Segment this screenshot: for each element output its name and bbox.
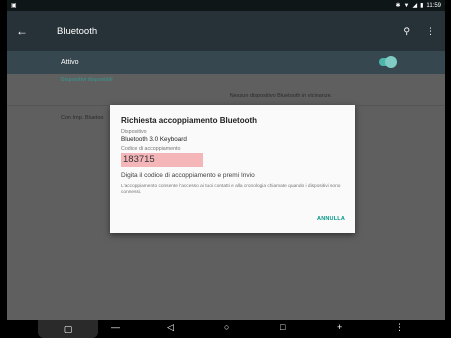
back-arrow-icon[interactable]: ← bbox=[7, 24, 37, 38]
dialog-title: Richiesta accoppiamento Bluetooth bbox=[121, 116, 258, 125]
pairing-instruction: Digita il codice di accoppiamento e prem… bbox=[121, 172, 255, 179]
gallery-icon: ▣ bbox=[11, 3, 17, 9]
volume-up-icon[interactable]: + bbox=[337, 322, 342, 332]
pairing-code-label: Codice di accoppiamento bbox=[121, 146, 181, 152]
toggle-knob bbox=[385, 56, 397, 68]
device-name: Bluetooth 3.0 Keyboard bbox=[121, 136, 187, 143]
bluetooth-icon: ✱ bbox=[395, 3, 401, 9]
device-label: Dispositivo bbox=[121, 129, 147, 135]
pairing-info-text: L'accoppiamento consente l'accesso ai tu… bbox=[121, 184, 341, 196]
search-icon[interactable]: ⚲ bbox=[403, 26, 410, 37]
visibility-note: Con Imp. Bluetoo bbox=[61, 115, 104, 121]
page-title: Bluetooth bbox=[57, 25, 98, 37]
bluetooth-toggle[interactable] bbox=[379, 56, 397, 68]
pairing-code: 183715 bbox=[121, 153, 203, 167]
master-switch-label: Attivo bbox=[61, 59, 79, 66]
toolbar-actions: ⚲ ⋮ bbox=[403, 26, 445, 37]
status-bar: ▣ ✱ ▼ ◢ ▮ 11:59 bbox=[7, 0, 445, 11]
battery-icon: ▮ bbox=[420, 3, 424, 9]
clock: 11:59 bbox=[426, 2, 441, 9]
bluetooth-master-switch-bar[interactable]: Attivo bbox=[7, 51, 445, 74]
back-icon[interactable]: ◁ bbox=[167, 322, 174, 333]
android-screen: ▣ ✱ ▼ ◢ ▮ 11:59 ← Bluetooth ⚲ ⋮ Attivo D… bbox=[7, 0, 445, 338]
wifi-icon: ▼ bbox=[403, 2, 410, 9]
status-icons: ✱ ▼ ◢ ▮ 11:59 bbox=[395, 2, 442, 10]
screenshot-icon: ▢ bbox=[63, 323, 73, 334]
menu-icon[interactable]: ⋮ bbox=[395, 322, 404, 333]
volume-down-icon[interactable]: — bbox=[111, 322, 120, 332]
available-devices-header: Dispositivi disponibili bbox=[61, 77, 113, 83]
recents-icon[interactable]: □ bbox=[280, 322, 285, 332]
pairing-dialog: Richiesta accoppiamento Bluetooth Dispos… bbox=[110, 105, 355, 233]
toolbar: ← Bluetooth ⚲ ⋮ bbox=[7, 11, 445, 51]
navigation-bar: ▢ — ◁ ○ □ + ⋮ bbox=[7, 320, 445, 338]
overflow-menu-icon[interactable]: ⋮ bbox=[426, 26, 435, 37]
screenshot-button[interactable]: ▢ bbox=[38, 320, 98, 338]
signal-icon: ◢ bbox=[412, 3, 418, 9]
cancel-button[interactable]: ANNULLA bbox=[317, 216, 345, 222]
no-devices-message: Nessun dispositivo Bluetooth in vicinanz… bbox=[229, 93, 333, 99]
home-icon[interactable]: ○ bbox=[224, 322, 229, 332]
